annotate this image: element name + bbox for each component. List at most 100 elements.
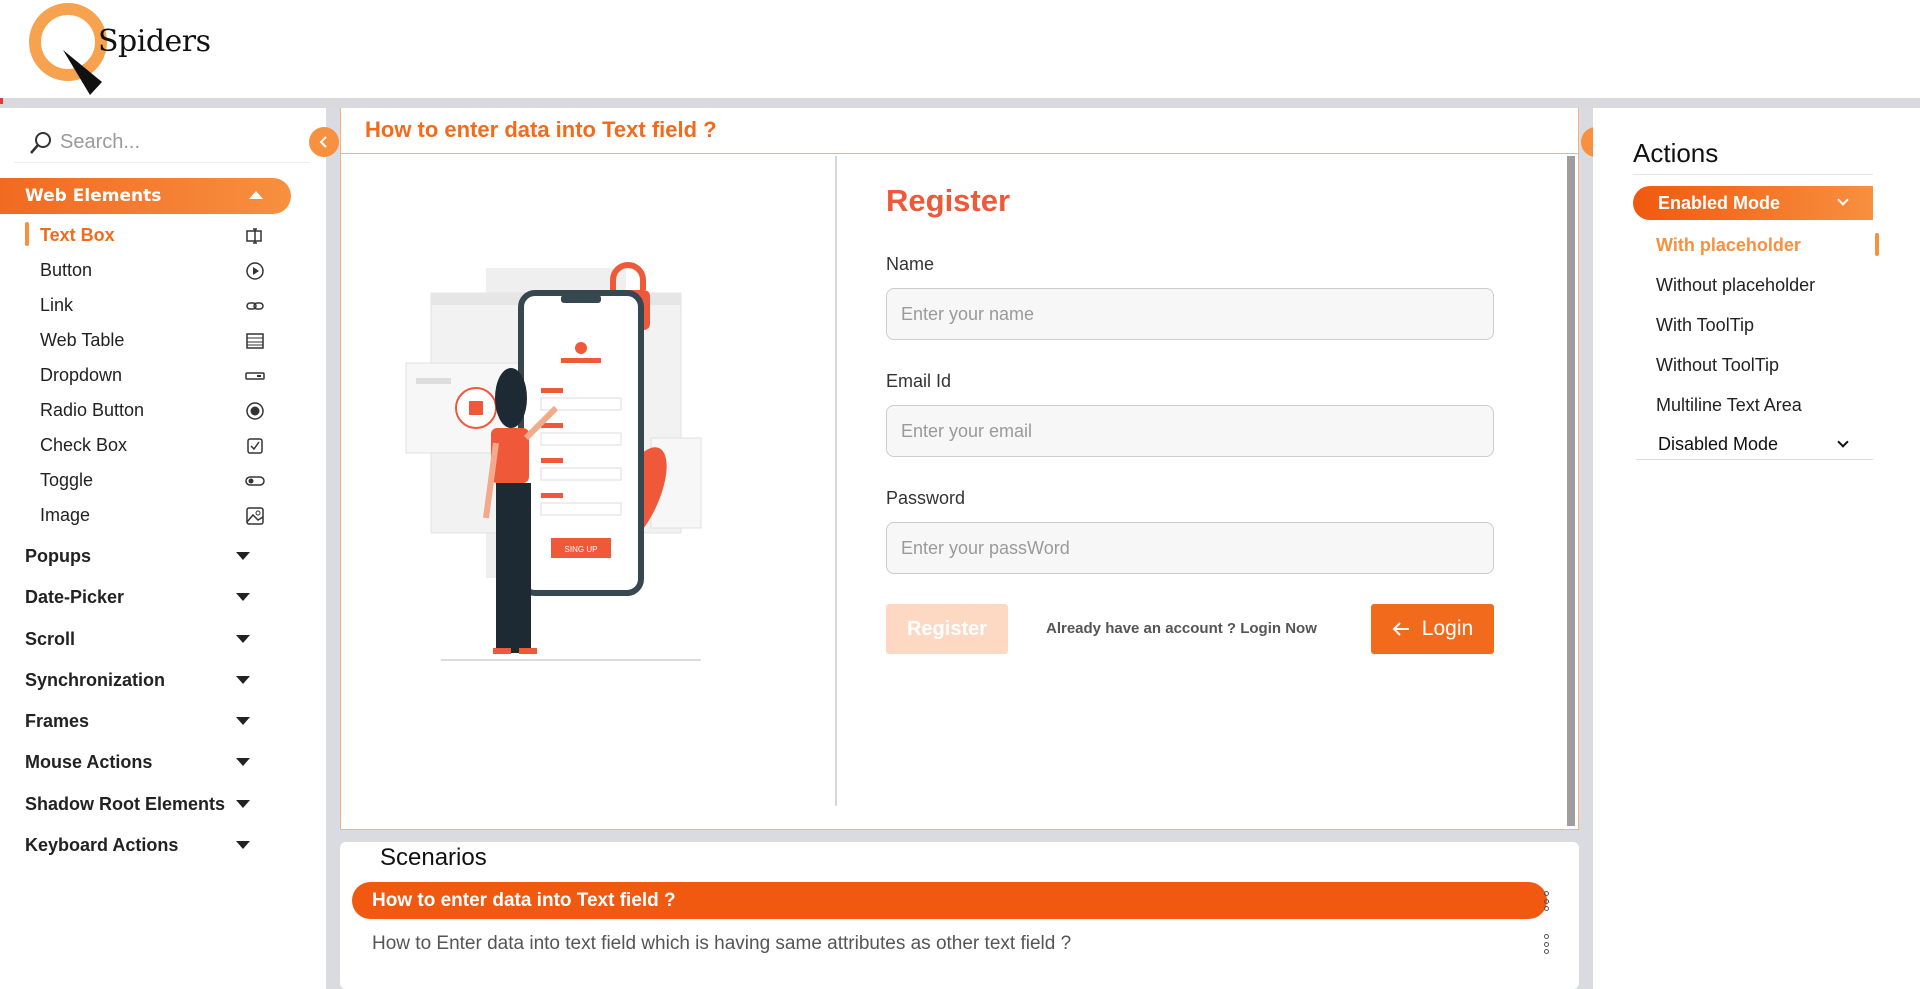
red-mark xyxy=(0,98,3,104)
caret-down-icon xyxy=(236,800,250,808)
section-label: Mouse Actions xyxy=(25,751,153,772)
section-label: Popups xyxy=(25,545,91,566)
section-date-picker[interactable]: Date-Picker xyxy=(25,582,270,612)
disabled-mode-toggle[interactable]: Disabled Mode xyxy=(1636,430,1873,460)
register-heading: Register xyxy=(886,183,1011,218)
action-without-tooltip[interactable]: Without ToolTip xyxy=(1656,350,1779,380)
caret-down-icon xyxy=(236,758,250,766)
section-frames[interactable]: Frames xyxy=(25,706,270,736)
action-multiline-text-area[interactable]: Multiline Text Area xyxy=(1656,390,1802,420)
caret-down-icon xyxy=(236,635,250,643)
caret-down-icon xyxy=(236,717,250,725)
page-title: How to enter data into Text field ? xyxy=(365,117,717,142)
logo-text: Spiders xyxy=(98,24,211,59)
sidebar-item-radio-button[interactable]: Radio Button xyxy=(40,395,280,425)
section-web-elements[interactable]: Web Elements xyxy=(0,178,291,214)
radio-icon xyxy=(246,402,264,420)
table-icon xyxy=(246,333,264,349)
password-field[interactable] xyxy=(886,522,1494,574)
chevron-down-icon xyxy=(1837,194,1849,206)
enabled-mode-label: Enabled Mode xyxy=(1658,192,1781,213)
section-keyboard-actions[interactable]: Keyboard Actions xyxy=(25,830,270,860)
card-title-bar: How to enter data into Text field ? xyxy=(341,108,1578,154)
play-circle-icon xyxy=(246,262,264,280)
header-divider xyxy=(0,98,1920,108)
qspiders-logo[interactable]: Spiders xyxy=(28,0,211,98)
dropdown-icon xyxy=(245,372,265,380)
sidebar-item-image[interactable]: Image xyxy=(40,500,280,530)
sidebar-item-label: Check Box xyxy=(40,434,128,455)
search-input[interactable] xyxy=(60,131,290,154)
sidebar-item-toggle[interactable]: Toggle xyxy=(40,465,280,495)
section-label: Synchronization xyxy=(25,669,166,690)
card-scrollbar[interactable] xyxy=(1567,156,1575,826)
sidebar-item-web-table[interactable]: Web Table xyxy=(40,325,280,355)
sidebar-item-label: Button xyxy=(40,259,93,280)
sidebar-item-label: Text Box xyxy=(40,224,115,245)
caret-up-icon xyxy=(249,191,263,199)
active-action-indicator xyxy=(1875,233,1879,256)
sidebar-item-label: Toggle xyxy=(40,469,94,490)
name-label: Name xyxy=(886,254,935,274)
textbox-icon xyxy=(246,228,262,244)
header: Spiders xyxy=(0,0,1920,98)
section-synchronization[interactable]: Synchronization xyxy=(25,665,270,695)
section-web-elements-label: Web Elements xyxy=(25,186,162,206)
scenarios-gap xyxy=(340,830,1579,842)
sidebar-item-dropdown[interactable]: Dropdown xyxy=(40,360,280,390)
sidebar-item-label: Radio Button xyxy=(40,399,145,420)
chevron-down-icon xyxy=(1837,436,1849,448)
toggle-icon xyxy=(245,476,265,486)
caret-down-icon xyxy=(236,841,250,849)
caret-down-icon xyxy=(236,676,250,684)
scenarios-panel: Scenarios How to enter data into Text fi… xyxy=(340,842,1579,989)
collapse-left-button[interactable] xyxy=(309,127,339,157)
sidebar-item-text-box[interactable]: Text Box xyxy=(40,220,280,250)
section-popups[interactable]: Popups xyxy=(25,541,270,571)
sidebar-item-check-box[interactable]: Check Box xyxy=(40,430,280,460)
actions-divider xyxy=(1633,174,1873,175)
practice-card: How to enter data into Text field ? SING… xyxy=(340,108,1579,830)
login-button-label: Login xyxy=(1421,617,1474,640)
more-options-icon[interactable] xyxy=(1544,934,1550,954)
register-illustration: SING UP xyxy=(405,262,702,661)
caret-down-icon xyxy=(236,552,250,560)
action-without-placeholder[interactable]: Without placeholder xyxy=(1656,270,1815,300)
sidebar-item-label: Dropdown xyxy=(40,364,123,385)
sidebar-item-button[interactable]: Button xyxy=(40,255,280,285)
sidebar-item-label: Web Table xyxy=(40,329,125,350)
enabled-mode-toggle[interactable]: Enabled Mode xyxy=(1633,186,1873,220)
section-label: Keyboard Actions xyxy=(25,834,179,855)
register-button[interactable]: Register xyxy=(886,604,1008,654)
search-icon xyxy=(30,131,51,154)
section-shadow-root-elements[interactable]: Shadow Root Elements xyxy=(25,789,270,819)
scenario-item[interactable]: How to Enter data into text field which … xyxy=(352,925,1547,962)
section-label: Frames xyxy=(25,710,90,731)
disabled-mode-label: Disabled Mode xyxy=(1658,434,1779,454)
chevron-left-icon xyxy=(319,136,327,148)
actions-panel: Actions Enabled Mode With placeholder Wi… xyxy=(1593,108,1920,989)
action-with-placeholder[interactable]: With placeholder xyxy=(1656,230,1801,260)
action-with-tooltip[interactable]: With ToolTip xyxy=(1656,310,1754,340)
actions-title: Actions xyxy=(1633,138,1719,168)
scenario-item-active[interactable]: How to enter data into Text field ? xyxy=(352,882,1547,919)
more-options-icon[interactable] xyxy=(1544,891,1550,911)
sidebar-item-link[interactable]: Link xyxy=(40,290,280,320)
login-button[interactable]: Login xyxy=(1371,604,1494,654)
section-mouse-actions[interactable]: Mouse Actions xyxy=(25,747,270,777)
login-now-link[interactable]: Already have an account ? Login Now xyxy=(1046,620,1317,637)
scenarios-title: Scenarios xyxy=(380,844,487,871)
email-field[interactable] xyxy=(886,405,1494,457)
illustration-signup-text: SING UP xyxy=(565,545,598,554)
checkbox-icon xyxy=(247,438,263,454)
caret-down-icon xyxy=(236,593,250,601)
image-icon xyxy=(246,507,264,525)
arrow-left-icon xyxy=(1392,622,1409,636)
sidebar-item-label: Image xyxy=(40,504,91,525)
email-label: Email Id xyxy=(886,371,952,391)
section-label: Scroll xyxy=(25,628,76,649)
name-field[interactable] xyxy=(886,288,1494,340)
link-icon xyxy=(246,302,264,310)
search-box xyxy=(14,123,310,163)
section-scroll[interactable]: Scroll xyxy=(25,624,270,654)
